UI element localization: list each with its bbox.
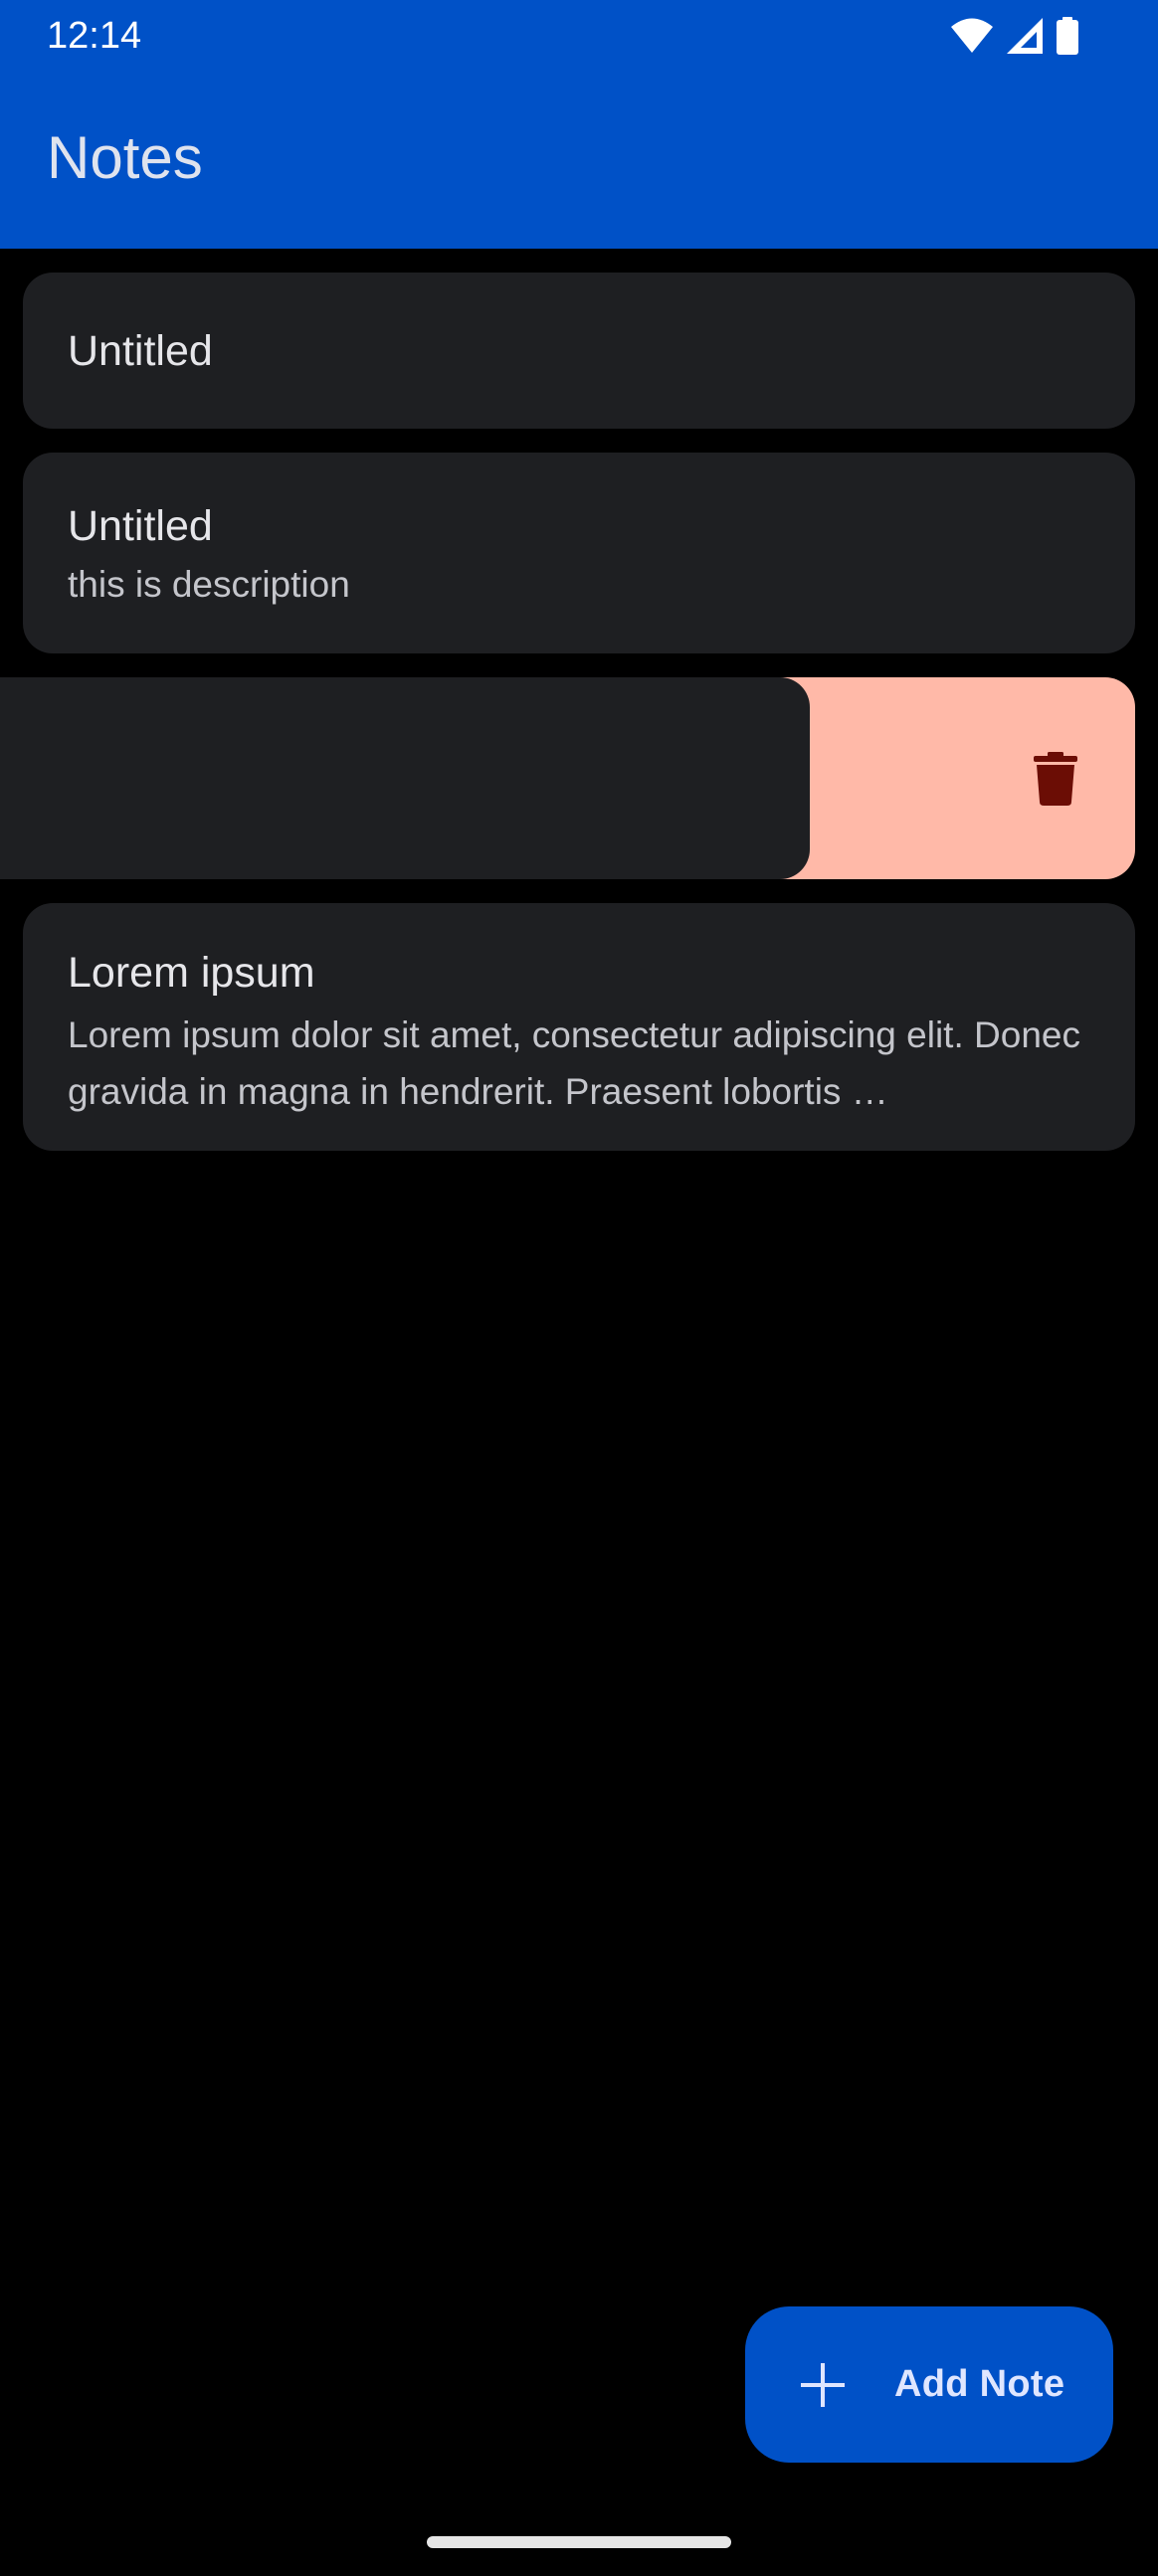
note-description: this is description bbox=[68, 564, 350, 605]
page-title: Notes bbox=[47, 124, 203, 191]
add-note-label: Add Note bbox=[894, 2363, 1065, 2405]
battery-icon bbox=[1057, 17, 1078, 55]
trash-icon[interactable] bbox=[1034, 752, 1077, 806]
home-indicator[interactable] bbox=[427, 2536, 731, 2548]
note-description: Lorem ipsum dolor sit amet, consectetur … bbox=[68, 1014, 1080, 1112]
status-icons bbox=[951, 16, 1078, 56]
cell-signal-icon bbox=[1007, 18, 1043, 54]
note-card[interactable]: Lorem ipsum Lorem ipsum dolor sit amet, … bbox=[23, 903, 1135, 1151]
note-title: Untitled bbox=[68, 326, 213, 375]
swiped-note-card[interactable] bbox=[0, 677, 810, 879]
add-note-button[interactable]: Add Note bbox=[745, 2306, 1113, 2463]
wifi-icon bbox=[951, 18, 993, 53]
note-title: Untitled bbox=[68, 502, 213, 550]
note-card[interactable]: Untitled bbox=[23, 273, 1135, 429]
top-app-bar: 12:14 Notes bbox=[0, 0, 1158, 249]
plus-icon bbox=[801, 2362, 845, 2407]
note-title: Lorem ipsum bbox=[68, 949, 315, 997]
note-card[interactable]: Untitled this is description bbox=[23, 453, 1135, 653]
status-time: 12:14 bbox=[47, 15, 142, 57]
